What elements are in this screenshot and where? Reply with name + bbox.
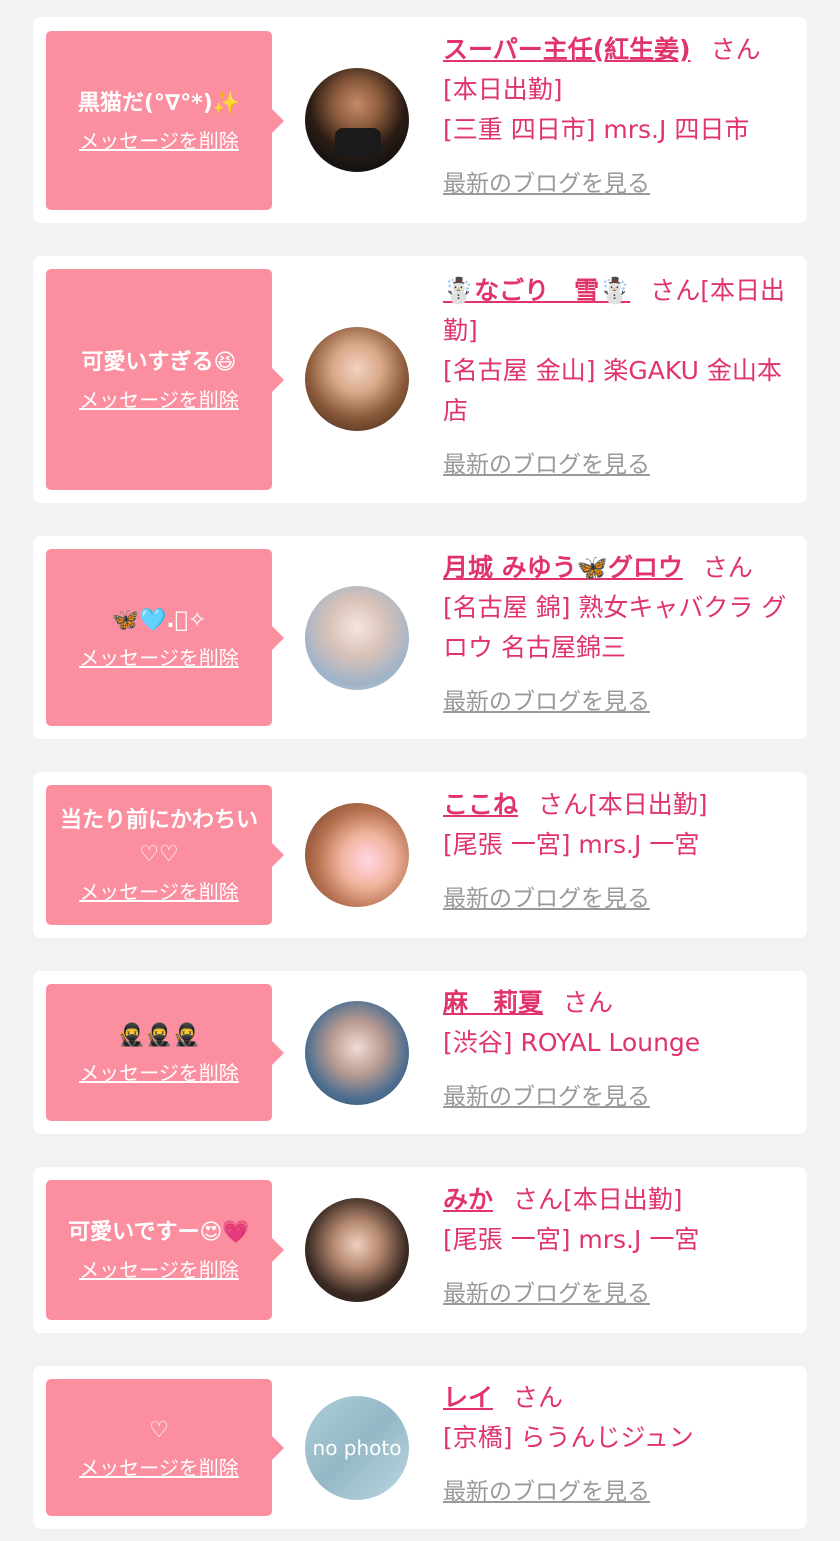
cast-info: 麻 莉夏 さん [渋谷] ROYAL Lounge 最新のブログを見る (443, 983, 791, 1117)
latest-blog-link[interactable]: 最新のブログを見る (443, 879, 650, 919)
avatar[interactable]: no photo (305, 1396, 409, 1500)
cast-name-link[interactable]: ☃️なごり 雪☃️ (443, 276, 630, 305)
shop-info: [尾張 一宮] mrs.J 一宮 (443, 830, 700, 859)
honorific: さん (538, 790, 589, 819)
cast-info: みか さん[本日出勤] [尾張 一宮] mrs.J 一宮 最新のブログを見る (443, 1180, 791, 1314)
delete-message-link[interactable]: メッセージを削除 (79, 1256, 239, 1284)
message-bubble: 可愛いすぎる😆 メッセージを削除 (46, 269, 284, 490)
message-text: 🥷🥷🥷 (117, 1022, 201, 1048)
latest-blog-link[interactable]: 最新のブログを見る (443, 1274, 650, 1314)
cast-name-link[interactable]: レイ (443, 1383, 493, 1412)
cast-info: ここね さん[本日出勤] [尾張 一宮] mrs.J 一宮 最新のブログを見る (443, 785, 791, 919)
honorific: さん (702, 553, 753, 582)
no-photo-placeholder: no photo (305, 1396, 409, 1500)
message-bubble: 🦋🩵.ﾟ✧ メッセージを削除 (46, 549, 284, 726)
cast-info: ☃️なごり 雪☃️ さん[本日出勤] [名古屋 金山] 楽GAKU 金山本店 最新… (443, 271, 791, 485)
honorific: さん (513, 1383, 564, 1412)
message-bubble: 🥷🥷🥷 メッセージを削除 (46, 984, 284, 1121)
avatar[interactable] (305, 586, 409, 690)
message-card: 🦋🩵.ﾟ✧ メッセージを削除 月城 みゆう🦋グロウ さん [名古屋 錦] 熟女キャ… (33, 536, 807, 739)
cast-info: レイ さん [京橋] らうんじジュン 最新のブログを見る (443, 1378, 791, 1512)
message-text: 当たり前にかわちい♡♡ (59, 808, 258, 867)
shop-info: [渋谷] ROYAL Lounge (443, 1028, 701, 1057)
message-bubble: 可愛いですー😍💗 メッセージを削除 (46, 1180, 284, 1320)
delete-message-link[interactable]: メッセージを削除 (79, 1454, 239, 1482)
message-text: 可愛いですー😍💗 (68, 1220, 250, 1245)
avatar[interactable] (305, 803, 409, 907)
shop-info: [京橋] らうんじジュン (443, 1423, 694, 1452)
message-card: ♡ メッセージを削除 no photo レイ さん [京橋] らうんじジュン 最新… (33, 1366, 807, 1529)
delete-message-link[interactable]: メッセージを削除 (79, 1059, 239, 1087)
avatar[interactable] (305, 1001, 409, 1105)
cast-info: スーパー主任(紅生姜) さん [本日出勤] [三重 四日市] mrs.J 四日市 … (443, 30, 791, 204)
honorific: さん (650, 276, 701, 305)
message-card: 可愛いすぎる😆 メッセージを削除 ☃️なごり 雪☃️ さん[本日出勤] [名古屋 … (33, 256, 807, 503)
latest-blog-link[interactable]: 最新のブログを見る (443, 1472, 650, 1512)
delete-message-link[interactable]: メッセージを削除 (79, 878, 239, 906)
work-status: [本日出勤] (443, 75, 563, 104)
message-bubble: 黒猫だ(°∇°*)✨ メッセージを削除 (46, 31, 284, 210)
message-text: 可愛いすぎる😆 (81, 349, 237, 375)
honorific: さん (513, 1185, 564, 1214)
avatar[interactable] (305, 1198, 409, 1302)
cast-name-link[interactable]: 麻 莉夏 (443, 988, 543, 1017)
latest-blog-link[interactable]: 最新のブログを見る (443, 164, 650, 204)
cast-name-link[interactable]: みか (443, 1185, 493, 1214)
latest-blog-link[interactable]: 最新のブログを見る (443, 682, 650, 722)
shop-info: [尾張 一宮] mrs.J 一宮 (443, 1225, 700, 1254)
delete-message-link[interactable]: メッセージを削除 (79, 644, 239, 672)
message-bubble: 当たり前にかわちい♡♡ メッセージを削除 (46, 785, 284, 925)
message-card: 可愛いですー😍💗 メッセージを削除 みか さん[本日出勤] [尾張 一宮] mrs… (33, 1167, 807, 1333)
message-card: 当たり前にかわちい♡♡ メッセージを削除 ここね さん[本日出勤] [尾張 一宮]… (33, 772, 807, 938)
message-text: 黒猫だ(°∇°*)✨ (77, 90, 241, 116)
message-text: ♡ (149, 1417, 169, 1443)
cast-name-link[interactable]: ここね (443, 790, 518, 819)
cast-info: 月城 みゆう🦋グロウ さん [名古屋 錦] 熟女キャバクラ グロウ 名古屋錦三 最… (443, 548, 791, 722)
cast-name-link[interactable]: スーパー主任(紅生姜) (443, 35, 691, 64)
latest-blog-link[interactable]: 最新のブログを見る (443, 445, 650, 485)
latest-blog-link[interactable]: 最新のブログを見る (443, 1077, 650, 1117)
shop-info: [三重 四日市] mrs.J 四日市 (443, 115, 750, 144)
cast-name-link[interactable]: 月城 みゆう🦋グロウ (443, 553, 683, 582)
message-card: 黒猫だ(°∇°*)✨ メッセージを削除 スーパー主任(紅生姜) さん [本日出勤]… (33, 17, 807, 223)
shop-info: [名古屋 錦] 熟女キャバクラ グロウ 名古屋錦三 (443, 593, 787, 662)
honorific: さん (563, 988, 614, 1017)
avatar[interactable] (305, 327, 409, 431)
message-card: 🥷🥷🥷 メッセージを削除 麻 莉夏 さん [渋谷] ROYAL Lounge 最新… (33, 971, 807, 1134)
delete-message-link[interactable]: メッセージを削除 (79, 386, 239, 414)
work-status: [本日出勤] (588, 790, 708, 819)
delete-message-link[interactable]: メッセージを削除 (79, 127, 239, 155)
message-bubble: ♡ メッセージを削除 (46, 1379, 284, 1516)
avatar[interactable] (305, 68, 409, 172)
message-text: 🦋🩵.ﾟ✧ (111, 607, 207, 633)
shop-info: [名古屋 金山] 楽GAKU 金山本店 (443, 356, 782, 425)
honorific: さん (710, 35, 761, 64)
work-status: [本日出勤] (563, 1185, 683, 1214)
